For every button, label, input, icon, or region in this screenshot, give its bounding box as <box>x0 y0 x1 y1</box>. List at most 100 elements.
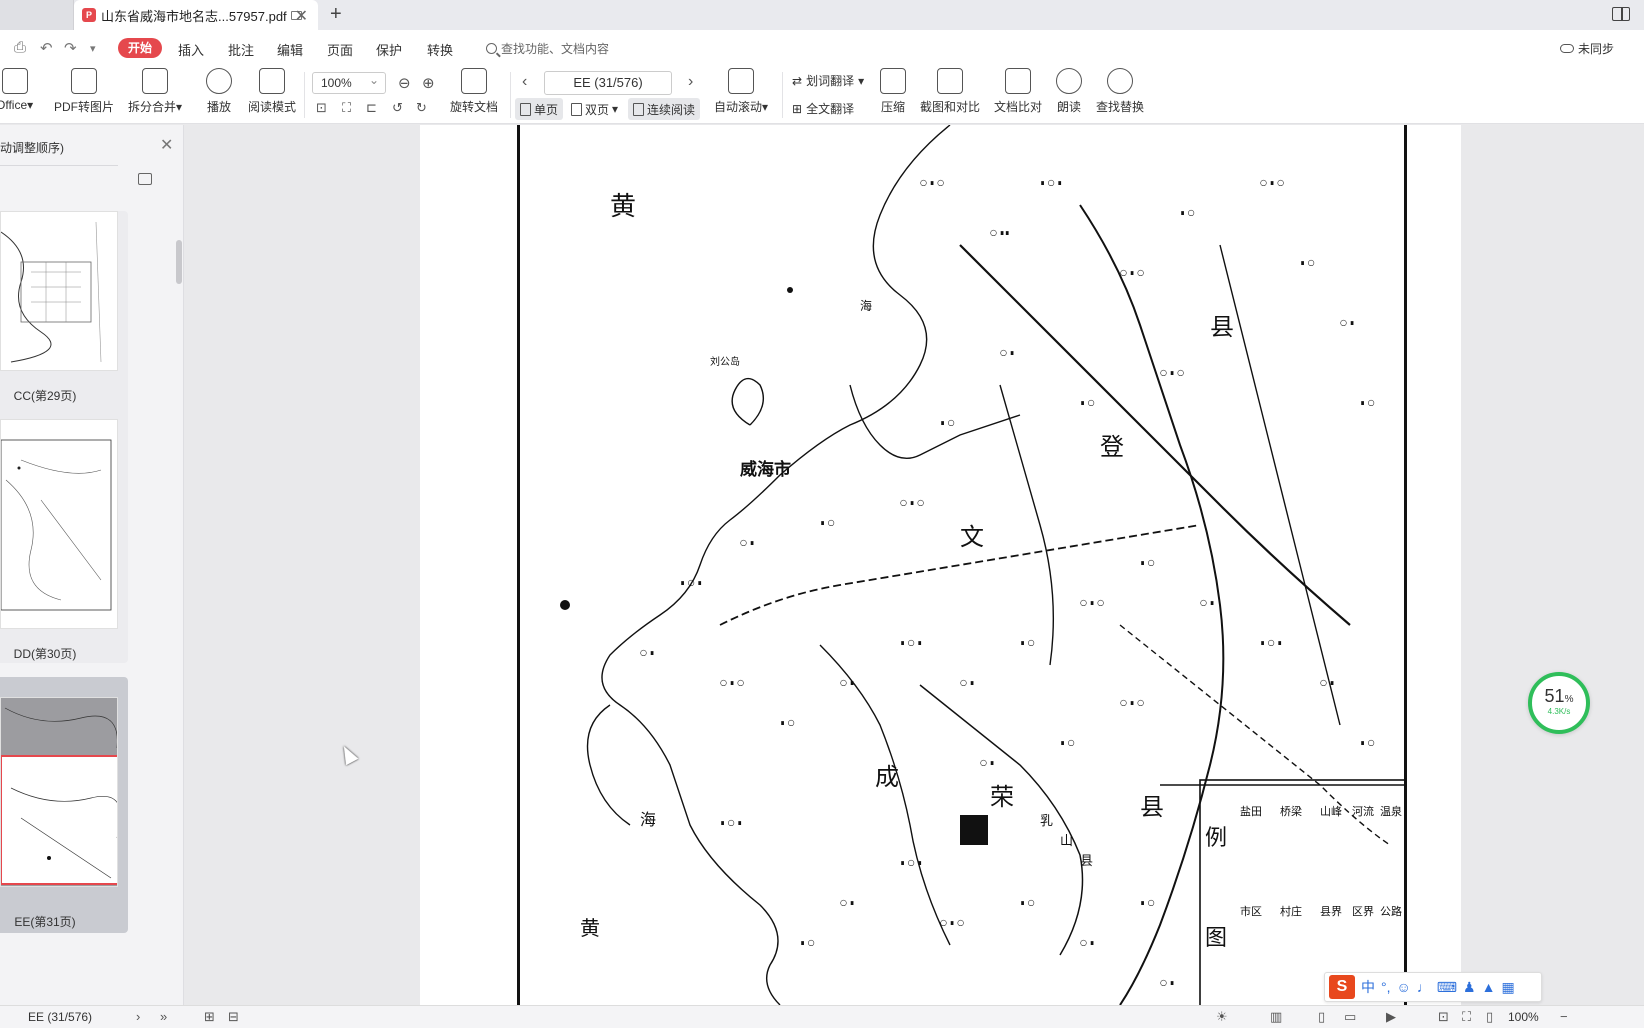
image-view-icon[interactable] <box>138 173 152 185</box>
auto-scroll-button[interactable]: 自动滚动▾ <box>714 68 768 115</box>
rotate-left-icon[interactable]: ↺ <box>392 100 403 116</box>
skin-icon[interactable]: ▲ <box>1482 979 1496 995</box>
map-label-sea: 黄 <box>580 916 600 940</box>
read-aloud-button[interactable]: 朗读 <box>1056 68 1082 115</box>
status-bar: EE (31/576) › » ⊞ ⊟ ☀ ▥ ▯ ▭ ▶ ⊡ ⛶ ▯ 100%… <box>0 1005 1644 1028</box>
tab-previous[interactable] <box>0 0 74 30</box>
network-speed-widget[interactable]: 51% 4.3K/s <box>1528 672 1590 734</box>
svg-text:○ ∎ ○: ○ ∎ ○ <box>1080 598 1104 607</box>
emoji-icon[interactable]: ☺ <box>1397 979 1411 995</box>
actual-size-icon[interactable]: ⊡ <box>316 100 327 116</box>
print-icon[interactable]: ⎙ <box>14 39 26 56</box>
pdf-to-image-button[interactable]: PDF转图片 <box>54 68 114 115</box>
map-label-city: 威海市 <box>740 459 791 480</box>
document-viewer[interactable]: 黄 海 黄 海 威海市 县 文 登 荣 成 县 乳 山 县 刘公岛 图 例 市区… <box>185 125 1644 1005</box>
double-page-view-icon[interactable]: ▭ <box>1344 1009 1356 1025</box>
rotate-right-icon[interactable]: ↻ <box>416 100 427 116</box>
fit-page-icon[interactable]: ⛶ <box>342 100 351 116</box>
play-icon[interactable]: ▶ <box>1386 1009 1396 1025</box>
status-zoom[interactable]: 100% <box>1508 1010 1539 1024</box>
quick-access-dropdown-icon[interactable]: ▾ <box>90 42 96 55</box>
svg-text:∎ ○: ∎ ○ <box>1060 738 1075 747</box>
menu-insert[interactable]: 插入 <box>178 40 204 59</box>
single-page-button[interactable]: 单页 <box>515 98 564 120</box>
delete-page-icon[interactable]: ⊟ <box>228 1009 239 1025</box>
image-icon <box>71 68 97 94</box>
screenshot-compare-button[interactable]: 截图和对比 <box>920 68 980 115</box>
feature-search[interactable]: 查找功能、文档内容 <box>486 40 609 57</box>
full-translate-button[interactable]: ⊞ 全文翻译 <box>792 100 854 117</box>
menu-start[interactable]: 开始 <box>118 38 162 58</box>
insert-page-icon[interactable]: ⊞ <box>204 1009 215 1025</box>
speed-rate: 4.3K/s <box>1547 707 1571 716</box>
thumbnail-label: CC(第29页) <box>13 389 77 403</box>
word-translate-button[interactable]: ⇄ 划词翻译 ▾ <box>792 72 864 89</box>
thumbnail-item[interactable]: DD(第30页) <box>0 419 128 663</box>
page-number-input[interactable]: EE (31/576) <box>544 71 672 95</box>
menu-edit[interactable]: 编辑 <box>277 40 303 59</box>
zoom-out-icon[interactable]: ⊖ <box>398 74 411 92</box>
read-mode-button[interactable]: 阅读模式 <box>248 68 296 115</box>
menu-page[interactable]: 页面 <box>327 40 353 59</box>
map-label-county: 乳 <box>1040 814 1053 829</box>
split-merge-button[interactable]: 拆分合并▾ <box>128 68 182 115</box>
screenshot-icon <box>937 68 963 94</box>
continuous-read-button[interactable]: 连续阅读 <box>628 98 701 120</box>
text-compare-button[interactable]: 文档比对 <box>994 68 1042 115</box>
fit-width-icon[interactable]: ⊏ <box>366 100 377 116</box>
zoom-in-icon[interactable]: ⊕ <box>422 74 435 92</box>
ime-mode[interactable]: 中 <box>1361 977 1375 997</box>
zoom-minus-icon[interactable]: − <box>1560 1009 1568 1024</box>
find-replace-button[interactable]: 查找替换 <box>1096 68 1144 115</box>
svg-text:∎ ○: ∎ ○ <box>1140 558 1155 567</box>
next-page-icon[interactable]: › <box>688 73 693 91</box>
menu-bar: ⎙ ↶ ↷ ▾ 开始 插入 批注 编辑 页面 保护 转换 查找功能、文档内容 未… <box>0 30 1644 64</box>
next-page-icon[interactable]: › <box>136 1009 140 1024</box>
undo-icon[interactable]: ↶ <box>40 39 53 57</box>
legend-item: 村庄 <box>1280 904 1302 918</box>
ime-toolbar[interactable]: S 中 °, ☺ ♩ ⌨ ♟ ▲ ▦ <box>1324 972 1542 1002</box>
speed-percent: 51 <box>1544 686 1565 706</box>
microphone-icon[interactable]: ♩ <box>1417 979 1431 995</box>
svg-text:∎ ○: ∎ ○ <box>1300 258 1315 267</box>
svg-text:∎ ○: ∎ ○ <box>1020 898 1035 907</box>
fit-icon[interactable]: ⊡ <box>1438 1009 1449 1025</box>
menu-convert[interactable]: 转换 <box>427 40 453 59</box>
map-label-county: 县 <box>1140 793 1164 821</box>
sync-status[interactable]: 未同步 <box>1560 40 1614 57</box>
search-icon <box>486 43 497 54</box>
menu-annotate[interactable]: 批注 <box>228 40 254 59</box>
double-page-button[interactable]: 双页 ▾ <box>566 98 623 120</box>
document-tab[interactable]: P 山东省威海市地名志...57957.pdf ✕ <box>74 0 318 30</box>
zoom-select[interactable]: 100% <box>312 72 386 94</box>
redo-icon[interactable]: ↷ <box>64 39 77 57</box>
new-tab-icon[interactable]: + <box>330 3 342 26</box>
sidebar-toggle-icon[interactable]: ▥ <box>1270 1009 1282 1025</box>
close-tab-icon[interactable]: ✕ <box>295 6 308 26</box>
user-icon[interactable]: ♟ <box>1463 979 1476 996</box>
office-button[interactable]: Office▾ <box>0 68 33 112</box>
rotate-document-button[interactable]: 旋转文档 <box>450 68 498 115</box>
svg-text:○ ∎: ○ ∎ <box>840 898 855 907</box>
play-button[interactable]: 播放 <box>206 68 232 115</box>
zoom-out-icon[interactable]: ▯ <box>1486 1009 1493 1025</box>
continuous-read-icon <box>633 102 644 116</box>
previous-page-icon[interactable]: ‹ <box>522 73 527 91</box>
layout-toggle-icon[interactable] <box>1612 7 1630 21</box>
close-sidebar-icon[interactable]: ✕ <box>160 135 173 155</box>
sidebar-scrollbar[interactable] <box>176 240 182 284</box>
theme-icon[interactable]: ☀ <box>1216 1009 1228 1025</box>
punctuation-icon[interactable]: °, <box>1381 979 1391 995</box>
menu-grid-icon[interactable]: ▦ <box>1501 979 1514 996</box>
keyboard-icon[interactable]: ⌨ <box>1437 979 1457 996</box>
svg-text:∎ ○ ∎: ∎ ○ ∎ <box>1260 638 1282 647</box>
fullscreen-icon[interactable]: ⛶ <box>1462 1009 1471 1025</box>
last-page-icon[interactable]: » <box>160 1009 167 1024</box>
svg-text:○ ∎ ○: ○ ∎ ○ <box>920 178 944 187</box>
thumbnail-item-active[interactable]: EE(第31页) <box>0 677 128 933</box>
rotate-document-icon <box>461 68 487 94</box>
compress-button[interactable]: 压缩 <box>880 68 906 115</box>
status-page[interactable]: EE (31/576) <box>28 1010 92 1024</box>
single-page-view-icon[interactable]: ▯ <box>1318 1009 1325 1025</box>
menu-protect[interactable]: 保护 <box>376 40 402 59</box>
